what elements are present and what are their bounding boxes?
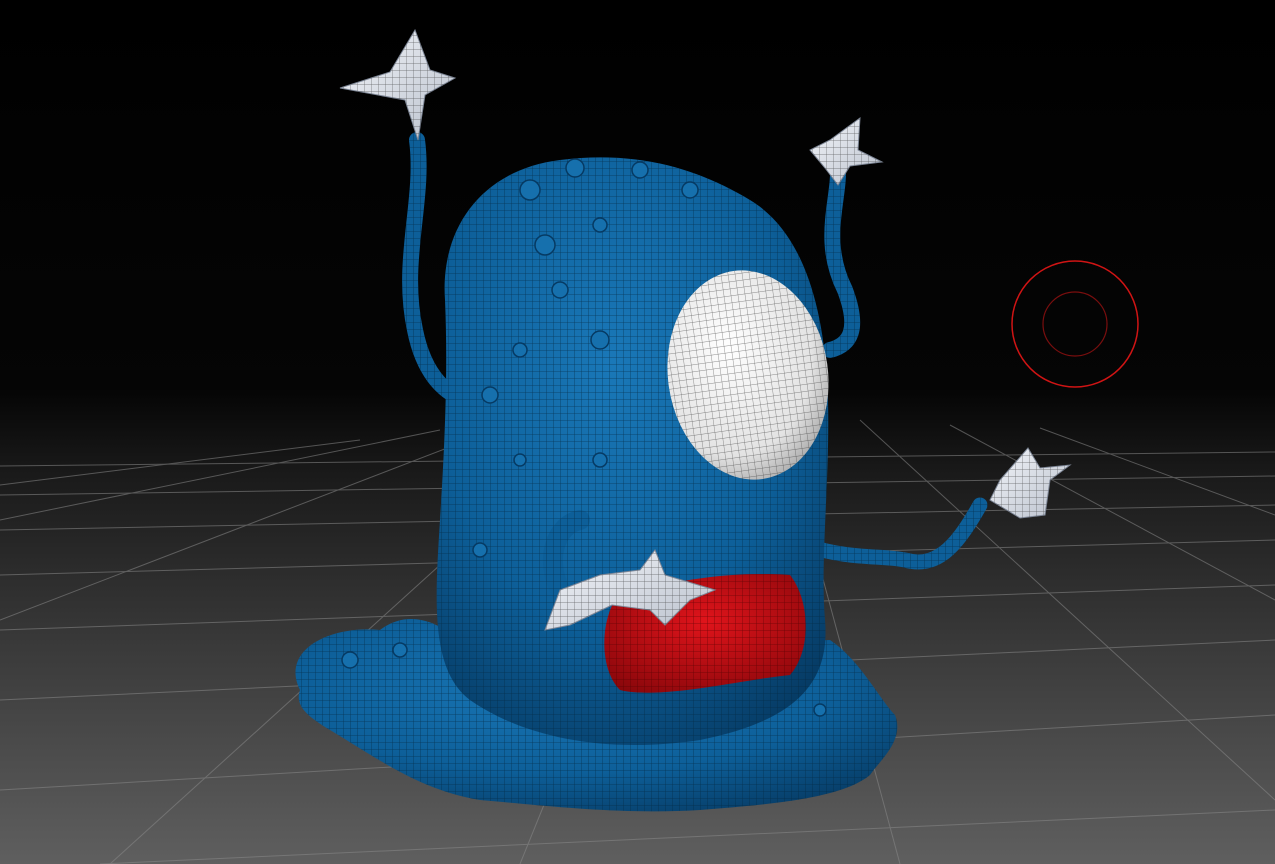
3d-viewport[interactable] xyxy=(0,0,1275,864)
brush-cursor-icon xyxy=(1011,260,1139,388)
monster-model[interactable] xyxy=(0,0,1275,864)
